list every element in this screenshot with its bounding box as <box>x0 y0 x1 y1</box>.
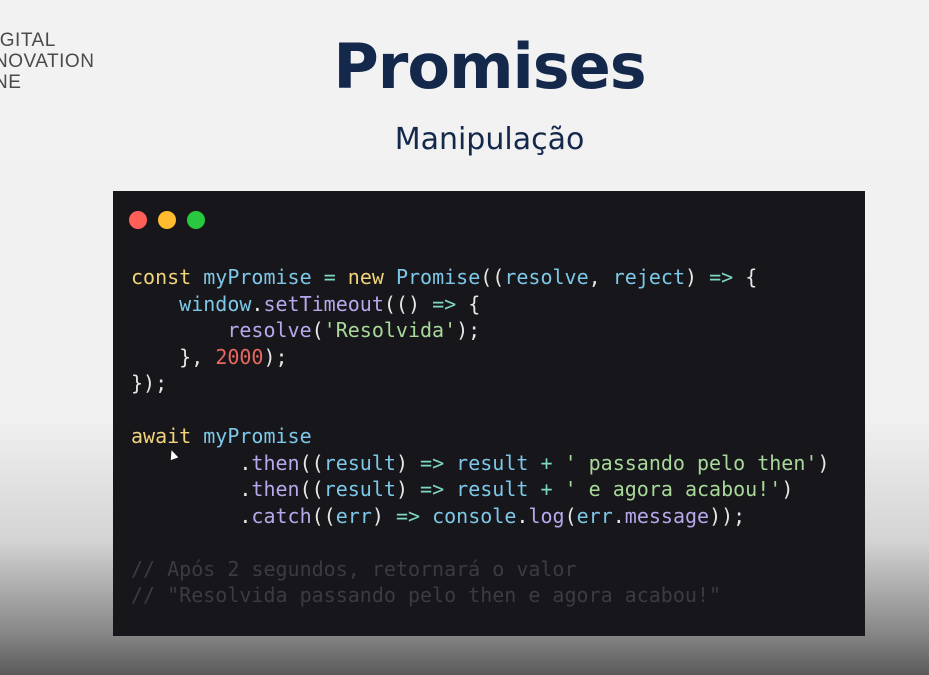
window-controls <box>129 211 205 229</box>
code-token: ) <box>817 450 830 475</box>
code-token: . <box>239 450 252 475</box>
code-token: console <box>432 503 517 528</box>
code-token: log <box>528 503 565 528</box>
code-token: 2000 <box>215 344 264 369</box>
code-token: => <box>420 450 445 475</box>
code-comment: // Após 2 segundos, retornará o valor <box>131 556 577 581</box>
code-line-4: }, 2000); <box>131 344 829 371</box>
code-line-5: }); <box>131 370 829 397</box>
code-token: result <box>323 477 396 501</box>
code-token: . <box>239 503 252 528</box>
code-token: ); <box>456 318 481 342</box>
code-token: (( <box>311 503 336 528</box>
code-token: then <box>251 477 300 501</box>
code-comment: // "Resolvida passando pelo then e agora… <box>131 583 722 607</box>
code-token: err <box>576 503 613 528</box>
code-line-8: .then((result) => result + ' passando pe… <box>131 450 829 477</box>
code-token: }); <box>131 371 168 395</box>
minimize-dot-icon[interactable] <box>158 211 176 229</box>
code-token: ) <box>684 265 698 289</box>
code-token: err <box>335 503 372 528</box>
code-token: result <box>323 450 396 475</box>
code-token: const <box>131 265 192 289</box>
code-token: myPromise <box>203 265 312 289</box>
code-token: { <box>745 265 758 289</box>
code-block: const myPromise = new Promise((resolve, … <box>131 264 829 609</box>
code-token: (( <box>480 265 505 289</box>
code-token: . <box>239 477 252 501</box>
code-token: await <box>131 424 192 448</box>
code-token: ) <box>395 477 408 501</box>
code-token: reject <box>612 265 685 289</box>
code-token: )); <box>709 503 746 528</box>
code-editor-window: const myPromise = new Promise((resolve, … <box>113 191 865 636</box>
code-token: Promise <box>395 265 481 289</box>
code-token: }, <box>179 344 204 369</box>
code-token: => <box>432 291 457 316</box>
code-token: ) <box>395 450 408 475</box>
code-token: , <box>588 265 601 289</box>
code-token: = <box>323 265 336 289</box>
code-line-10: .catch((err) => console.log(err.message)… <box>131 503 829 530</box>
code-token: window <box>179 291 252 316</box>
code-line-3: resolve('Resolvida'); <box>131 317 829 344</box>
code-token: (( <box>299 450 324 475</box>
code-token: ) <box>781 477 794 501</box>
code-token: => <box>709 265 734 289</box>
code-token: message <box>624 503 710 528</box>
code-token: result <box>456 450 529 475</box>
code-token: => <box>395 503 421 528</box>
code-token: (() <box>383 291 421 316</box>
code-token: setTimeout <box>263 291 384 316</box>
code-token: then <box>251 450 300 475</box>
code-token: catch <box>251 503 312 528</box>
code-line-7: await myPromise <box>131 423 829 450</box>
code-line-9: .then((result) => result + ' e agora aca… <box>131 476 829 503</box>
code-line-13: // "Resolvida passando pelo then e agora… <box>131 582 829 609</box>
code-token: resolve <box>504 265 589 289</box>
code-token: myPromise <box>203 424 312 448</box>
maximize-dot-icon[interactable] <box>187 211 205 229</box>
code-token: ' e agora acabou!' <box>564 477 782 501</box>
code-token: { <box>468 291 481 316</box>
code-line-12: // Após 2 segundos, retornará o valor <box>131 556 829 583</box>
code-token: ) <box>371 503 384 528</box>
code-token: + <box>540 450 553 475</box>
code-token: new <box>347 265 384 289</box>
code-token: 'Resolvida' <box>323 318 457 342</box>
code-line-1: const myPromise = new Promise((resolve, … <box>131 264 829 291</box>
code-token: result <box>456 477 529 501</box>
code-token: . <box>251 291 264 316</box>
code-token: + <box>540 477 553 501</box>
code-token: . <box>516 503 529 528</box>
code-token: ( <box>564 503 577 528</box>
slide-title: Promises <box>333 30 646 103</box>
code-token: ( <box>311 318 324 342</box>
code-token: resolve <box>227 318 312 342</box>
close-dot-icon[interactable] <box>129 211 147 229</box>
code-token: (( <box>299 477 324 501</box>
code-token: => <box>420 477 445 501</box>
code-line-2: window.setTimeout(() => { <box>131 291 829 318</box>
slide-subtitle: Manipulação <box>394 122 585 157</box>
code-token: ' passando pelo then' <box>564 450 818 475</box>
code-token: ); <box>263 344 288 369</box>
code-token: . <box>612 503 625 528</box>
